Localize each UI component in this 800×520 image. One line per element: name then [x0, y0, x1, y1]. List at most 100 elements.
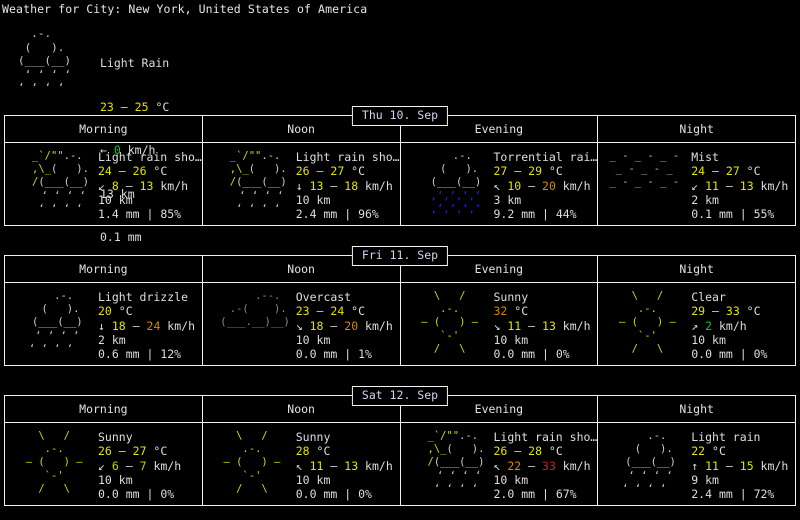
forecast-visibility: 10 km [494, 473, 598, 487]
forecast-cell: .-. ( ). (___(__) ʻ ʻ ʻ ʻ ʻ ʻ ʻ ʻ Light … [597, 423, 795, 505]
forecast-precipitation: 0.0 mm | 0% [98, 487, 202, 501]
column-header-night: Night [597, 396, 795, 422]
wind-direction-icon: ↙ [98, 459, 105, 473]
current-temperature: 23 – 25 °C [100, 100, 169, 115]
forecast-temperature: 24 – 26 °C [98, 164, 202, 178]
column-header-night: Night [597, 116, 795, 142]
day-date-label: Thu 10. Sep [352, 106, 448, 126]
day-body-row: _`/"".-. ,\_( ). /(___(__) ʻ ʻ ʻ ʻ ʻ ʻ ʻ… [4, 142, 796, 226]
forecast-temperature: 29 – 33 °C [691, 304, 795, 318]
forecast-temperature: 22 °C [691, 444, 795, 458]
wind-direction-icon: ↘ [296, 319, 303, 333]
forecast-temperature: 23 – 24 °C [296, 304, 400, 318]
rain-cloud-icon: .-. ( ). (___(__) ʻ ʻ ʻ ʻ ʻ ʻ ʻ ʻ [598, 430, 690, 496]
sun-behind-rain-cloud-icon: _`/"".-. ,\_( ). /(___(__) ʻ ʻ ʻ ʻ ʻ ʻ ʻ… [401, 430, 493, 496]
forecast-cell: _ - _ - _ - _ - _ - _ _ - _ - _ - Mist24… [597, 143, 795, 225]
forecast-condition: Clear [691, 290, 795, 304]
forecast-precipitation: 9.2 mm | 44% [494, 207, 598, 221]
forecast-info: Light rain sho…26 – 28 °C↖ 22 – 33 km/h1… [493, 430, 598, 501]
forecast-visibility: 9 km [691, 473, 795, 487]
forecast-temperature: 26 – 27 °C [296, 164, 400, 178]
forecast-info: Light drizzle20 °C↓ 18 – 24 km/h2 km0.6 … [97, 290, 202, 361]
day-header-row: MorningNoonEveningNightFri 11. Sep [4, 255, 796, 283]
forecast-wind: ↖ 11 – 13 km/h [296, 459, 400, 473]
forecast-precipitation: 1.4 mm | 85% [98, 207, 202, 221]
torrential-rain-icon: .-. ( ). (___(__) ‚ʻ‚ʻ‚ʻ‚ʻ ‚ʻ‚ʻ‚ʻ‚ʻ [401, 150, 493, 216]
rain-cloud-icon: .-. ( ). (___(__) ʻ ʻ ʻ ʻ ʻ ʻ ʻ ʻ [5, 290, 97, 356]
terminal-screen: Weather for City: New York, United State… [0, 0, 800, 520]
forecast-visibility: 2 km [691, 193, 795, 207]
forecast-condition: Torrential rai… [494, 150, 598, 164]
forecast-wind: ↓ 18 – 24 km/h [98, 319, 202, 333]
forecast-visibility: 10 km [98, 473, 202, 487]
forecast-cell: .-. ( ). (___(__) ‚ʻ‚ʻ‚ʻ‚ʻ ‚ʻ‚ʻ‚ʻ‚ʻTorre… [400, 143, 598, 225]
forecast-precipitation: 0.1 mm | 55% [691, 207, 795, 221]
day-body-row: \ / .-. ― ( ) ― `-' / \ Sunny 26 – 27 °C↙… [4, 422, 796, 506]
forecast-visibility: 2 km [98, 333, 202, 347]
forecast-temperature: 24 – 27 °C [691, 164, 795, 178]
forecast-info: Light rain22 °C↑ 11 – 15 km/h9 km2.4 mm … [690, 430, 795, 501]
sun-behind-rain-cloud-icon: _`/"".-. ,\_( ). /(___(__) ʻ ʻ ʻ ʻ ʻ ʻ ʻ… [203, 150, 295, 216]
forecast-wind: ↗ 2 km/h [691, 319, 795, 333]
forecast-condition: Light rain sho… [98, 150, 202, 164]
forecast-wind: ↙ 8 – 13 km/h [98, 179, 202, 193]
sun-icon: \ / .-. ― ( ) ― `-' / \ [5, 430, 97, 496]
forecast-cell: \ / .-. ― ( ) ― `-' / \ Sunny28 °C↖ 11 –… [202, 423, 400, 505]
forecast-precipitation: 2.4 mm | 96% [296, 207, 400, 221]
forecast-temperature: 26 – 28 °C [494, 444, 598, 458]
day-body-row: .-. ( ). (___(__) ʻ ʻ ʻ ʻ ʻ ʻ ʻ ʻ Light … [4, 282, 796, 366]
forecast-visibility: 10 km [98, 193, 202, 207]
forecast-info: Sunny32 °C↘ 11 – 13 km/h10 km0.0 mm | 0% [493, 290, 598, 361]
current-temp-high: 25 [135, 100, 149, 114]
column-header-night: Night [597, 256, 795, 282]
forecast-info: Light rain sho…24 – 26 °C↙ 8 – 13 km/h10… [97, 150, 202, 221]
forecast-temperature: 20 °C [98, 304, 202, 318]
forecast-wind: ↖ 22 – 33 km/h [494, 459, 598, 473]
forecast-condition: Sunny [296, 430, 400, 444]
forecast-precipitation: 0.0 mm | 0% [691, 347, 795, 361]
forecast-temperature: 26 – 27 °C [98, 444, 202, 458]
forecast-info: Overcast23 – 24 °C↘ 18 – 20 km/h10 km0.0… [295, 290, 400, 361]
forecast-temperature: 28 °C [296, 444, 400, 458]
column-header-morning: Morning [5, 116, 202, 142]
forecast-visibility: 10 km [296, 473, 400, 487]
day-panel: MorningNoonEveningNightSat 12. Sep \ / .… [4, 395, 796, 506]
forecast-precipitation: 0.0 mm | 0% [296, 487, 400, 501]
current-temp-low: 23 [100, 100, 114, 114]
forecast-cell: _`/"".-. ,\_( ). /(___(__) ʻ ʻ ʻ ʻ ʻ ʻ ʻ… [5, 143, 202, 225]
forecast-temperature: 32 °C [494, 304, 598, 318]
forecast-condition: Overcast [296, 290, 400, 304]
mist-icon: _ - _ - _ - _ - _ - _ _ - _ - _ - [598, 150, 690, 190]
day-panel: MorningNoonEveningNightThu 10. Sep _`/""… [4, 115, 796, 226]
current-condition: Light Rain [100, 56, 169, 71]
current-temp-unit: °C [155, 100, 169, 114]
forecast-cell: _`/"".-. ,\_( ). /(___(__) ʻ ʻ ʻ ʻ ʻ ʻ ʻ… [202, 143, 400, 225]
forecast-condition: Light drizzle [98, 290, 202, 304]
day-date-label: Sat 12. Sep [352, 386, 448, 406]
forecast-visibility: 10 km [296, 193, 400, 207]
forecast-visibility: 10 km [494, 333, 598, 347]
sun-icon: \ / .-. ― ( ) ― `-' / \ [203, 430, 295, 496]
forecast-cell: \ / .-. ― ( ) ― `-' / \ Sunny32 °C↘ 11 –… [400, 283, 598, 365]
forecast-precipitation: 2.4 mm | 72% [691, 487, 795, 501]
forecast-info: Clear29 – 33 °C↗ 2 km/h10 km0.0 mm | 0% [690, 290, 795, 361]
overcast-cloud-icon: .--. .-( ). (___.__)__) [203, 290, 295, 330]
forecast-precipitation: 0.0 mm | 0% [494, 347, 598, 361]
forecast-visibility: 10 km [296, 333, 400, 347]
wind-direction-icon: ↓ [98, 319, 105, 333]
current-precipitation: 0.1 mm [100, 230, 169, 245]
wind-direction-icon: ↖ [296, 459, 303, 473]
forecast-cell: _`/"".-. ,\_( ). /(___(__) ʻ ʻ ʻ ʻ ʻ ʻ ʻ… [400, 423, 598, 505]
wind-direction-icon: ↙ [98, 179, 105, 193]
forecast-cell: \ / .-. ― ( ) ― `-' / \ Sunny26 – 27 °C↙… [5, 423, 202, 505]
day-date-label: Fri 11. Sep [352, 246, 448, 266]
forecast-info: Torrential rai…27 – 29 °C↖ 10 – 20 km/h3… [493, 150, 598, 221]
forecast-wind: ↙ 11 – 13 km/h [691, 179, 795, 193]
sun-behind-rain-cloud-icon: _`/"".-. ,\_( ). /(___(__) ʻ ʻ ʻ ʻ ʻ ʻ ʻ… [5, 150, 97, 216]
column-header-morning: Morning [5, 396, 202, 422]
forecast-precipitation: 0.0 mm | 1% [296, 347, 400, 361]
day-header-row: MorningNoonEveningNightThu 10. Sep [4, 115, 796, 143]
forecast-info: Light rain sho…26 – 27 °C↓ 13 – 18 km/h1… [295, 150, 400, 221]
forecast-visibility: 10 km [691, 333, 795, 347]
day-panel: MorningNoonEveningNightFri 11. Sep .-. (… [4, 255, 796, 366]
